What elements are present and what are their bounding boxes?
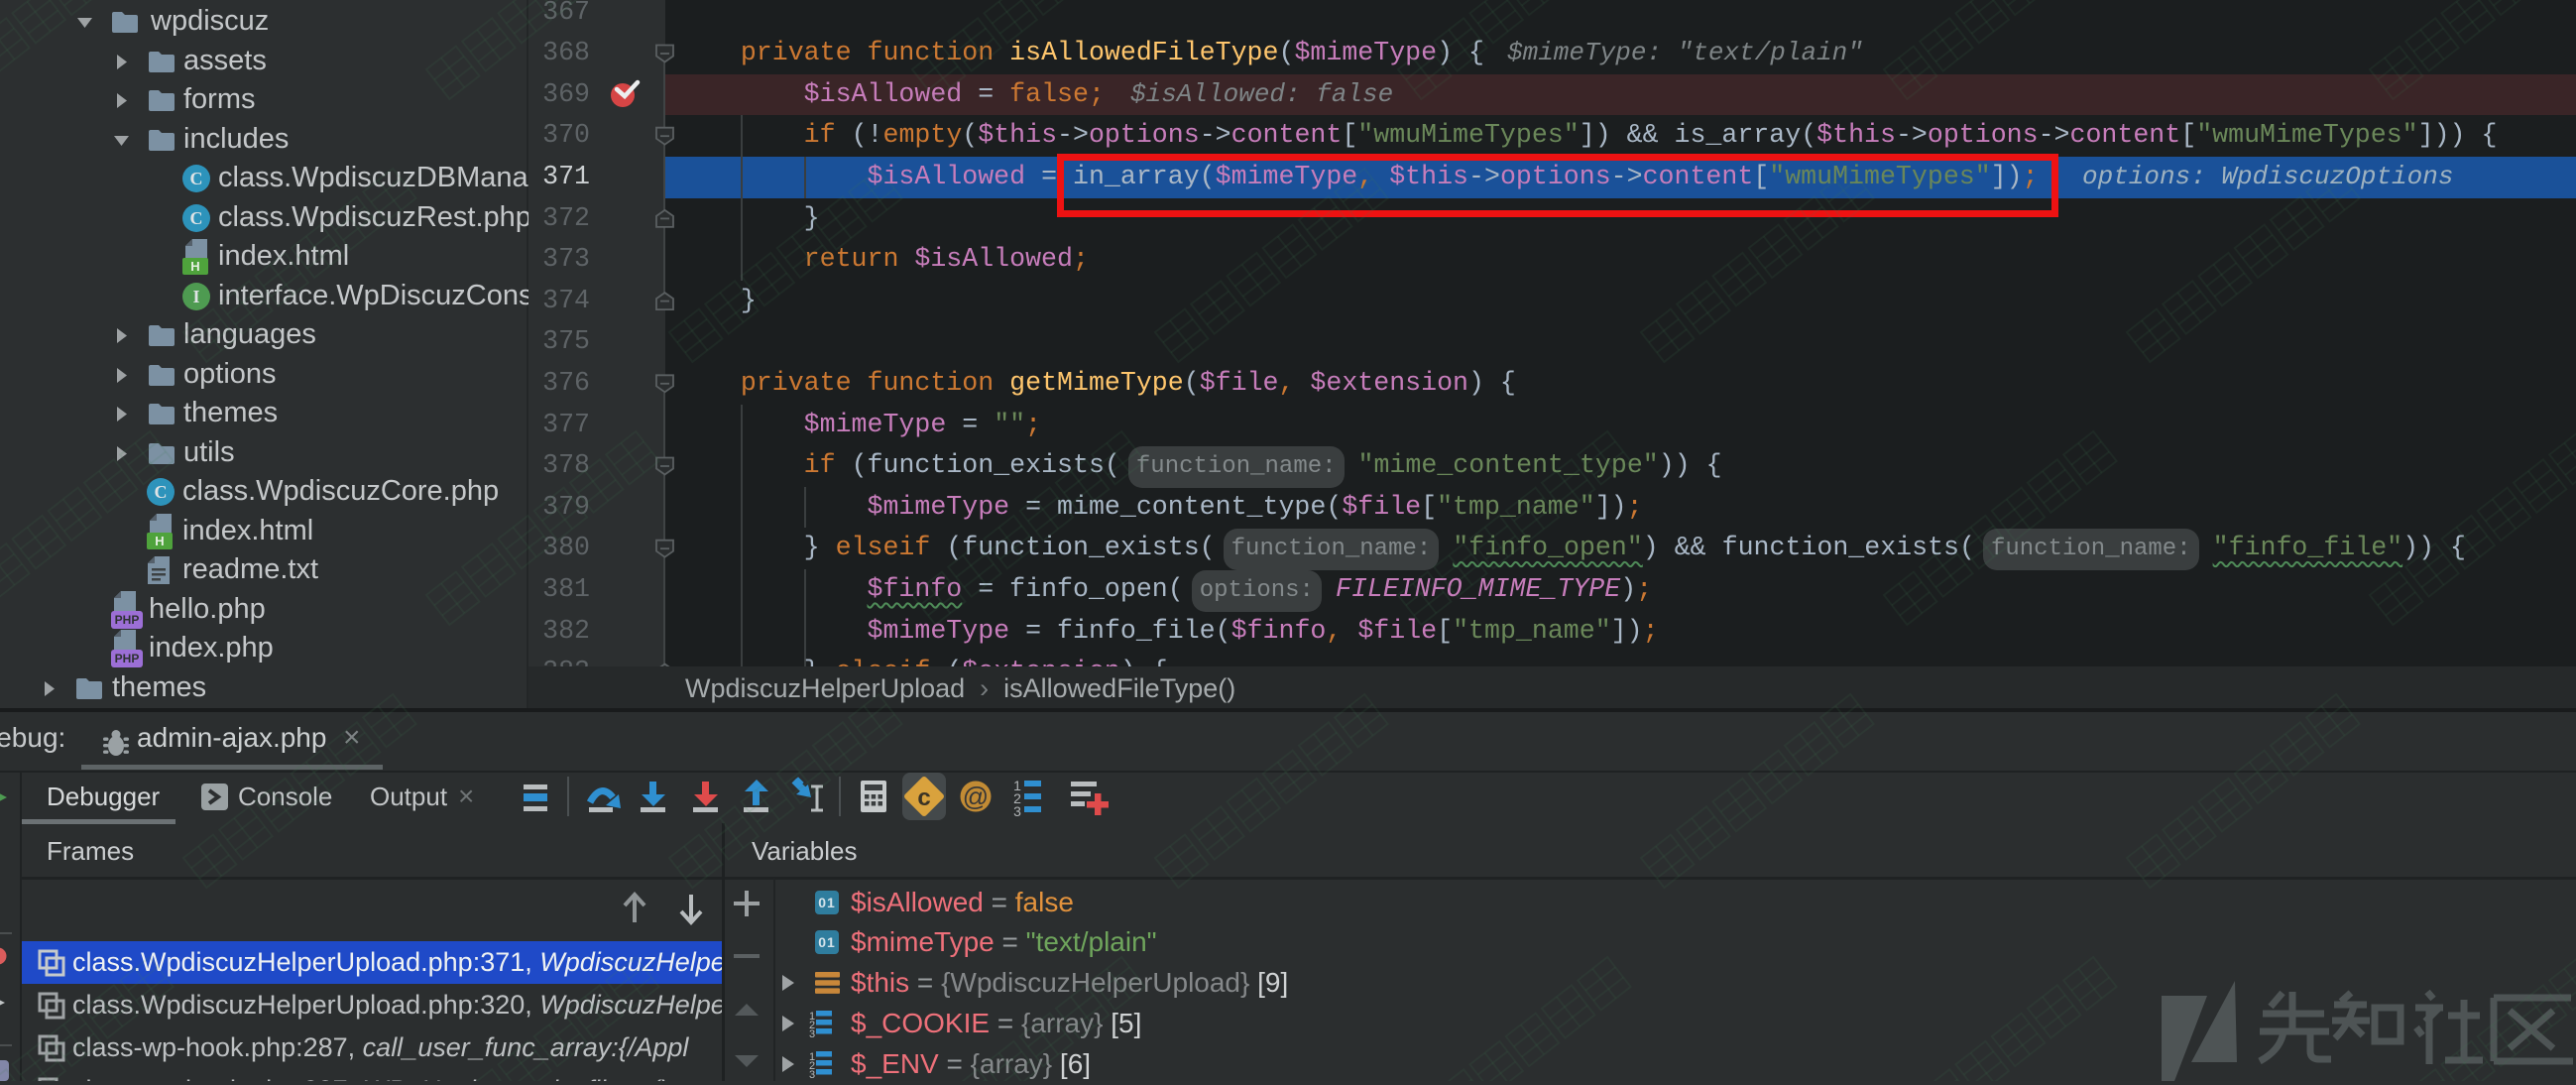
svg-text:c: c <box>917 784 930 811</box>
svg-text:3: 3 <box>809 1069 815 1078</box>
svg-text:3: 3 <box>809 1028 815 1037</box>
svg-text:@: @ <box>963 782 989 811</box>
svg-text:3: 3 <box>1013 803 1021 819</box>
